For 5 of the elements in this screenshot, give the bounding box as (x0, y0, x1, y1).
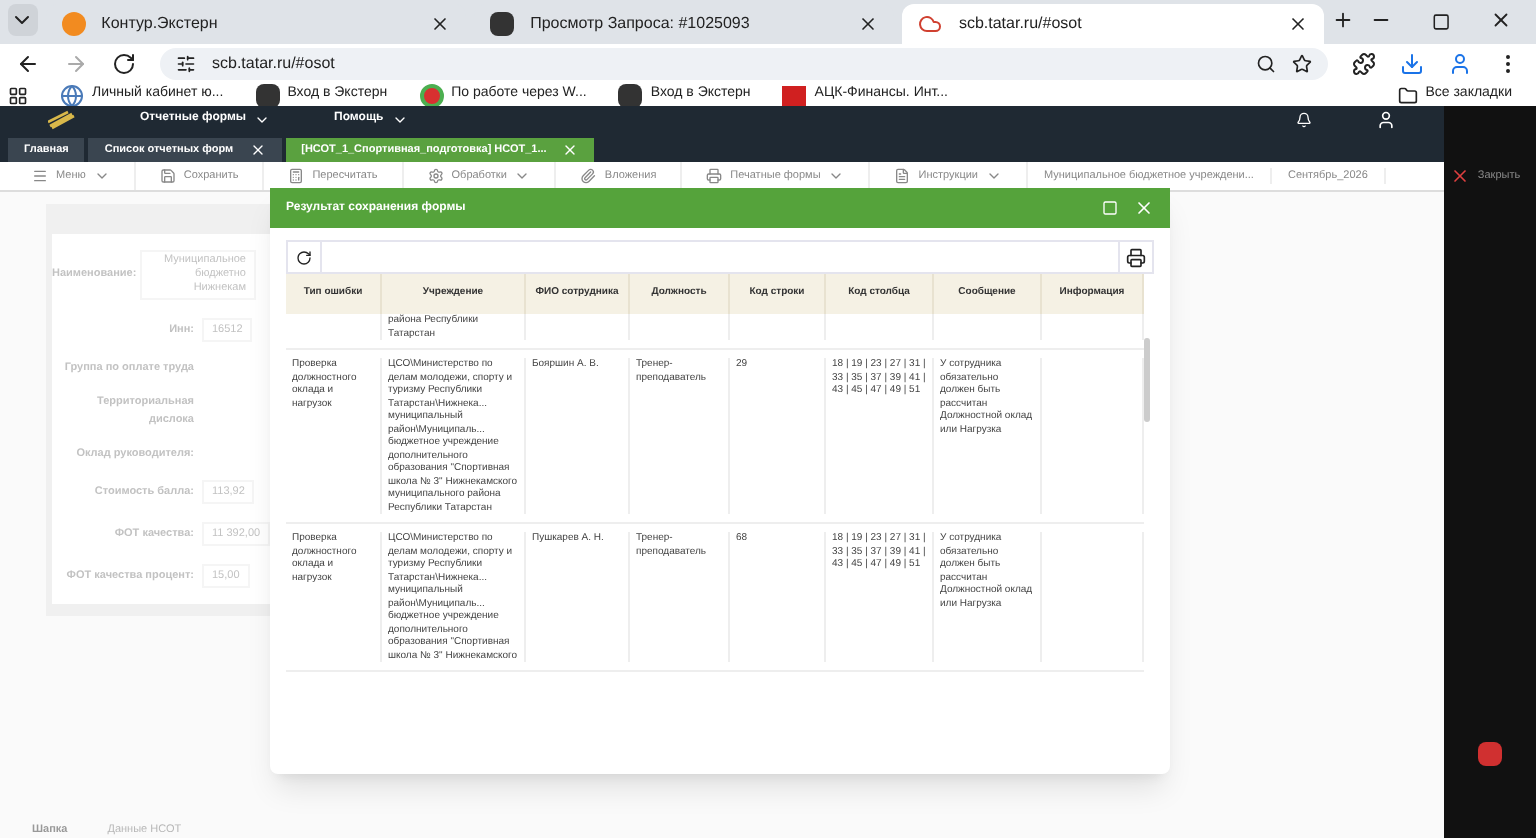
tab-title: Просмотр Запроса: #1025093 (530, 12, 752, 36)
browser-tab[interactable]: scb.tatar.ru/#osot (902, 4, 1324, 44)
tab-title: scb.tatar.ru/#osot (958, 12, 1084, 36)
address-field[interactable]: scb.tatar.ru/#osot (160, 48, 1328, 80)
tab-title: Контур.Экстерн (101, 12, 220, 36)
